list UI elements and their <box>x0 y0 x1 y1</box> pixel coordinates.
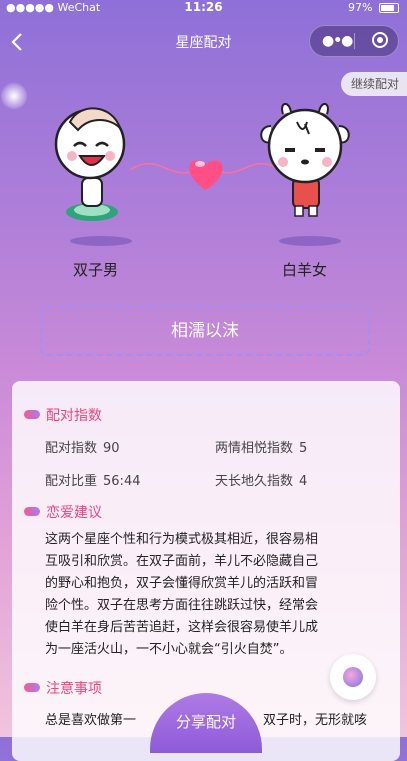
mini-program-capsule: ●•● <box>309 25 399 57</box>
stat-label: 两情相悦指数 <box>215 441 294 456</box>
match-index-header: 配对指数 <box>24 405 102 425</box>
left-sign-name: 双子男 <box>73 261 119 279</box>
notes-title: 注意事项 <box>46 681 102 697</box>
advice-line: 险个性。双子在思考方面往往跳跃过快，经常会 <box>45 598 319 613</box>
pill-icon <box>24 410 40 419</box>
right-shadow <box>279 236 341 246</box>
stat-label: 天长地久指数 <box>215 474 294 489</box>
advice-line: 的野心和抱负，双子会懂得欣赏羊儿的活跃和冒 <box>45 576 319 591</box>
pill-icon <box>24 507 40 516</box>
stat-item: 配对比重 56:44 <box>45 470 140 489</box>
stat-value: 4 <box>299 474 308 489</box>
battery-icon <box>379 3 399 13</box>
gemini-boy-illustration <box>54 107 126 221</box>
floating-action-button[interactable] <box>330 654 376 700</box>
match-result: 相濡以沫 <box>40 306 370 356</box>
advice-line: 互吸引和欣赏。在双子面前，羊儿不必隐藏自己 <box>45 554 319 569</box>
stat-item: 天长地久指数 4 <box>215 470 307 489</box>
status-bar: ●●●●● WeChat 11:26 97% <box>0 0 407 16</box>
notes-text-left: 总是喜欢做第一 <box>45 713 137 728</box>
advice-line: 为一座活火山，一不小心就会“引火自焚”。 <box>45 642 293 657</box>
target-circle-icon[interactable] <box>372 32 388 48</box>
love-advice-header: 恋爱建议 <box>24 502 102 522</box>
capsule-divider <box>354 33 355 49</box>
stat-item: 配对指数 90 <box>45 437 120 456</box>
stat-value: 90 <box>103 441 120 456</box>
stat-value: 5 <box>299 441 308 456</box>
stat-label: 配对比重 <box>45 474 98 489</box>
navbar: 星座配对 ●•● <box>0 22 407 62</box>
stat-item: 两情相悦指数 5 <box>215 437 307 456</box>
love-advice-text: 这两个星座个性和行为模式极其相近，很容易相 互吸引和欣赏。在双子面前，羊儿不必隐… <box>45 529 375 661</box>
aries-girl-illustration <box>260 103 350 217</box>
stat-value: 56:44 <box>103 474 141 489</box>
right-sign-name: 白羊女 <box>282 261 328 279</box>
match-index-title: 配对指数 <box>46 408 102 424</box>
continue-match-button[interactable]: 继续配对 <box>340 72 407 96</box>
notes-text-right: 双子时，无形就咳 <box>263 713 368 728</box>
left-shadow <box>70 236 132 246</box>
planet-icon <box>343 667 363 687</box>
glow-decoration <box>0 82 28 110</box>
advice-line: 这两个星座个性和行为模式极其相近，很容易相 <box>45 532 319 547</box>
advice-line: 使白羊在身后苦苦追赶，这样会很容易使羊儿成 <box>45 620 319 635</box>
battery-status: 97% <box>348 1 399 14</box>
clock: 11:26 <box>184 0 223 14</box>
pill-icon <box>24 683 40 692</box>
notes-header: 注意事项 <box>24 678 102 698</box>
love-advice-title: 恋爱建议 <box>46 505 102 521</box>
stat-label: 配对指数 <box>45 441 98 456</box>
battery-percent: 97% <box>348 1 373 14</box>
more-dots-icon[interactable]: ●•● <box>322 33 353 49</box>
